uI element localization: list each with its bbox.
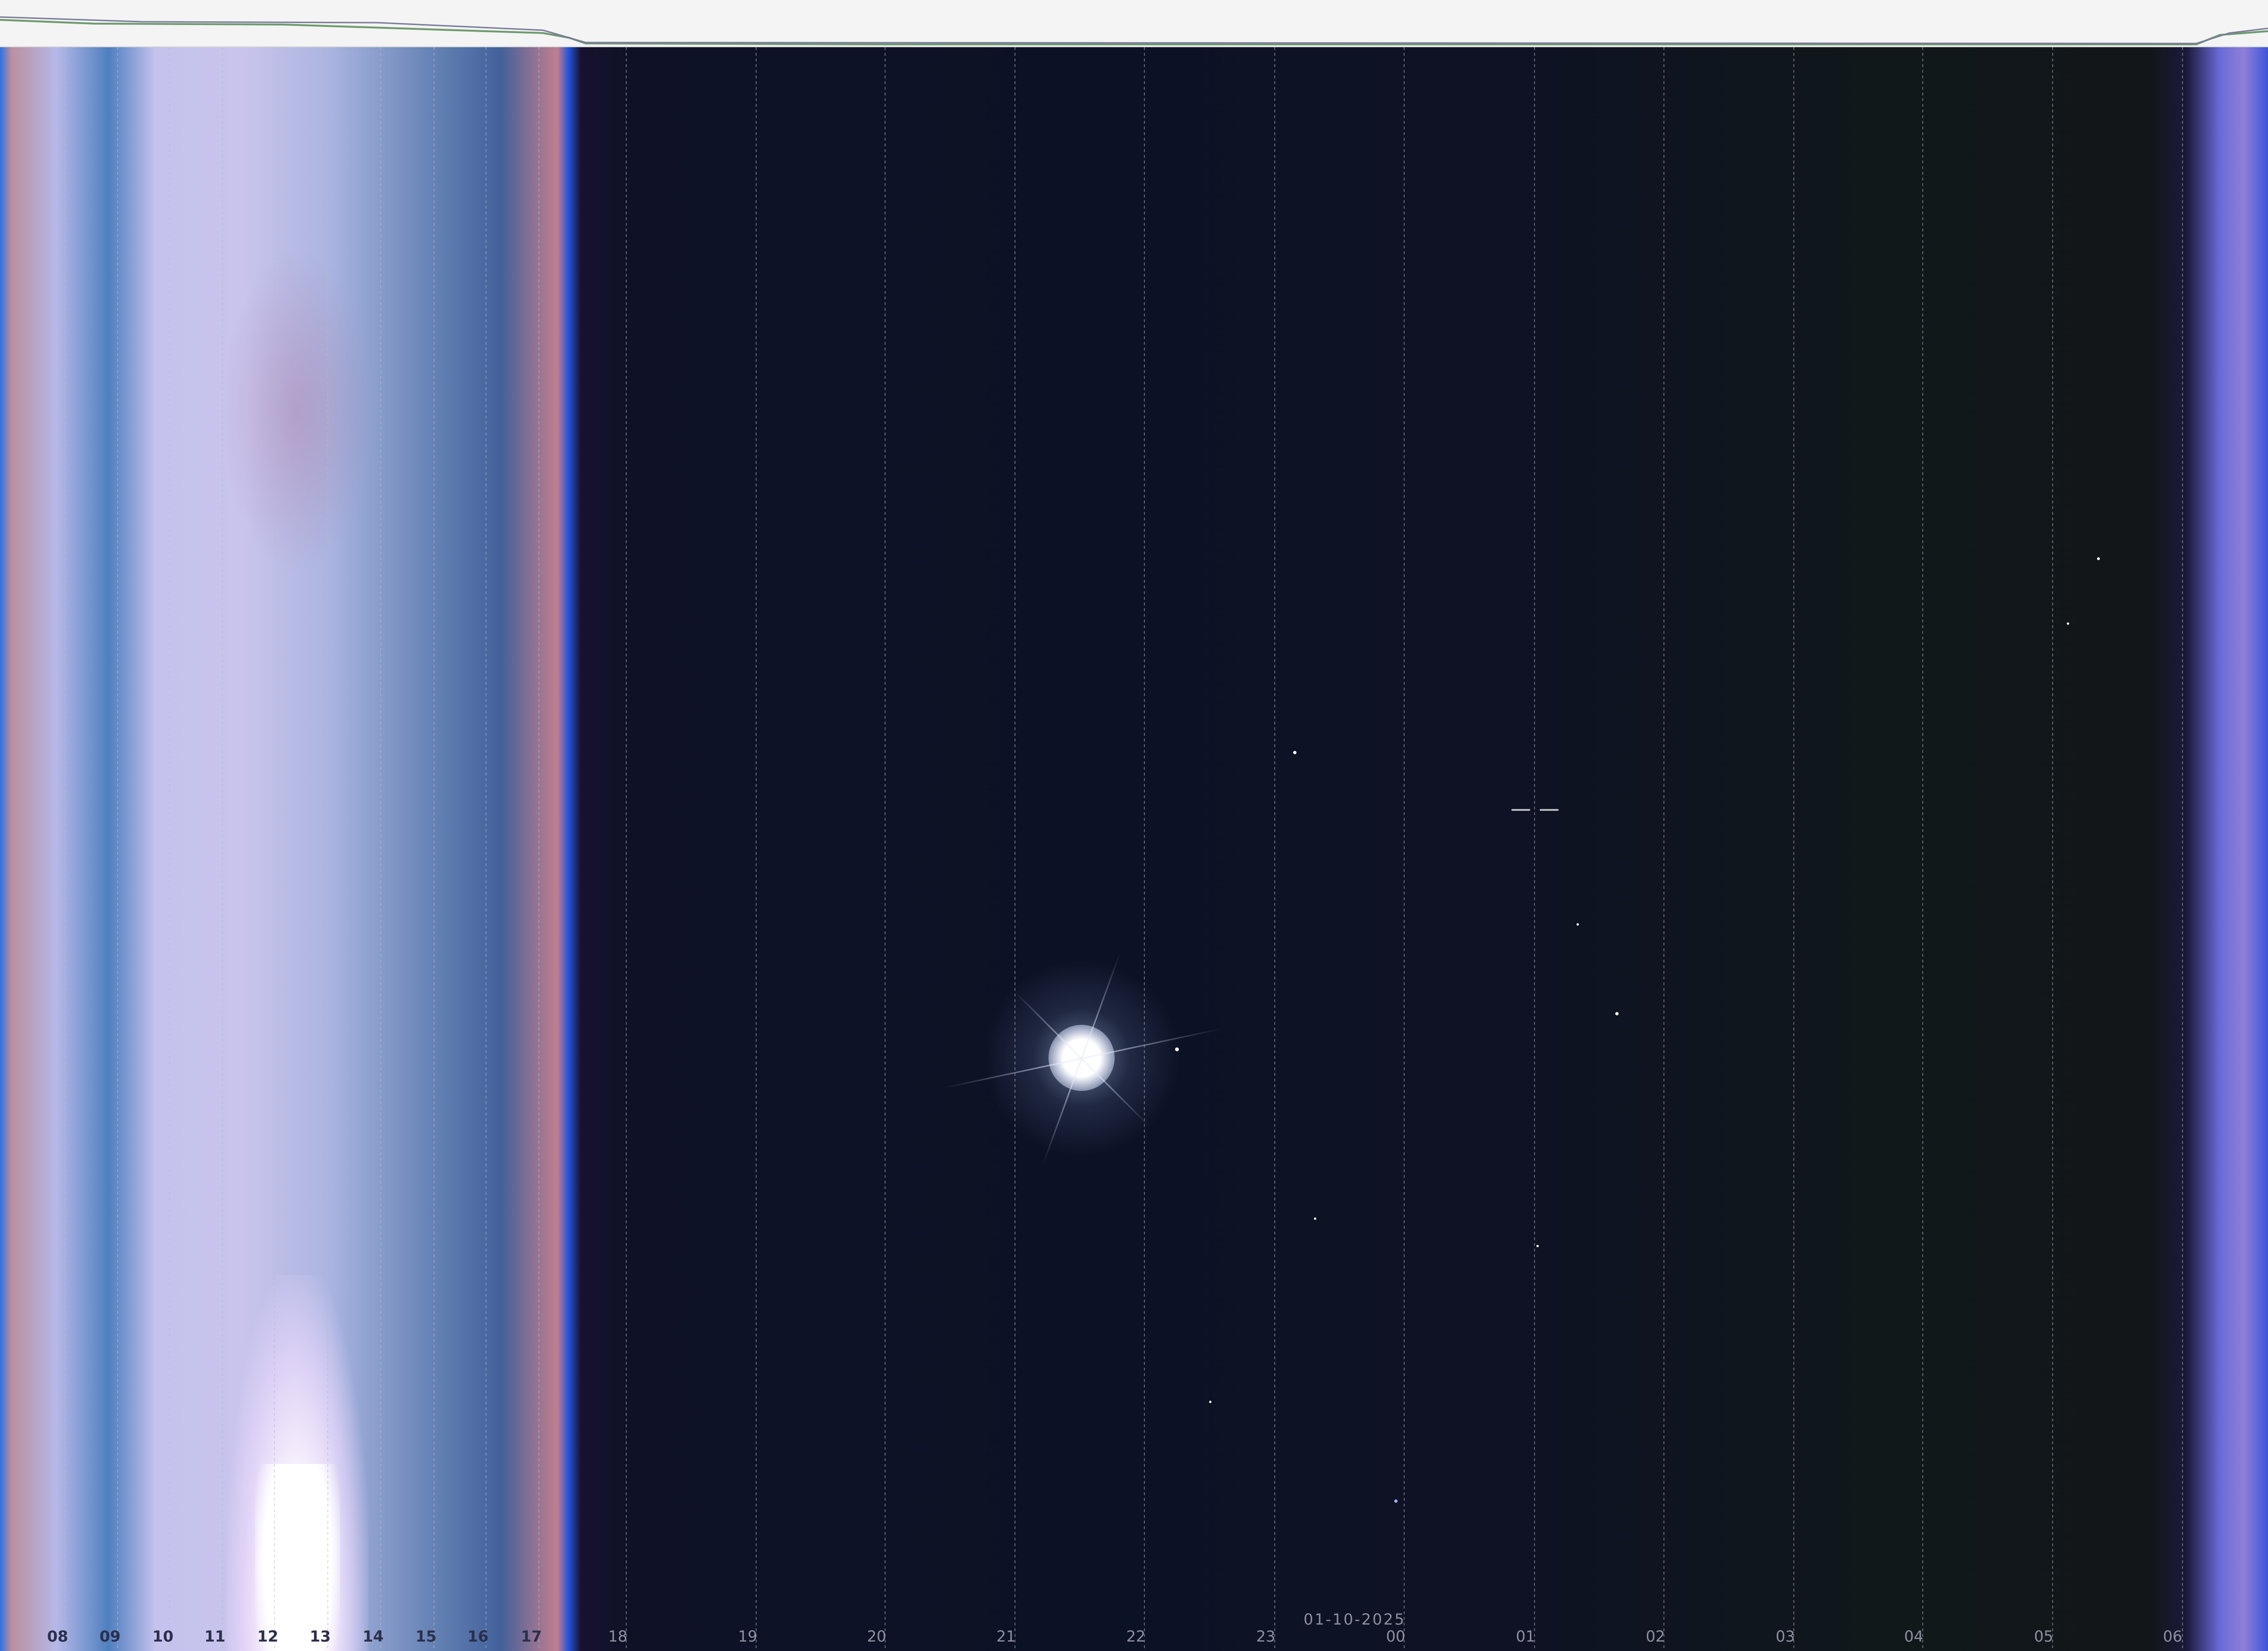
brightness-graph	[0, 16, 2268, 45]
hour-gridline	[2052, 47, 2053, 1651]
hour-label: 10	[152, 1627, 174, 1645]
star	[1540, 809, 1559, 811]
hour-label: 05	[2034, 1627, 2054, 1645]
star	[1293, 751, 1296, 754]
hour-label: 12	[257, 1627, 279, 1645]
hour-label: 03	[1775, 1627, 1795, 1645]
hour-gridline	[2182, 47, 2183, 1651]
hour-gridline	[1404, 47, 1405, 1651]
hour-gridline	[169, 47, 170, 1651]
hour-gridline	[1534, 47, 1535, 1651]
hour-gridline	[327, 47, 328, 1651]
star	[2067, 622, 2069, 625]
hour-label: 21	[996, 1627, 1016, 1645]
sky-color-patch	[222, 246, 373, 576]
star	[1314, 1217, 1316, 1220]
hour-label: 08	[47, 1627, 68, 1645]
hour-gridline	[1922, 47, 1923, 1651]
keogram-image: 08 09 10 11 12 13 14 15 16 17 18 19 20 2…	[0, 0, 2268, 1651]
hour-label: 04	[1904, 1627, 1924, 1645]
hour-gridline	[434, 47, 435, 1651]
hour-label: 06	[2163, 1627, 2183, 1645]
hour-label: 00	[1386, 1627, 1406, 1645]
hour-label: 17	[520, 1627, 542, 1645]
hour-label: 18	[608, 1627, 628, 1645]
hour-gridline	[626, 47, 627, 1651]
hour-gridline	[117, 47, 118, 1651]
hour-gridline	[65, 47, 66, 1651]
star	[1577, 923, 1579, 926]
hour-label: 11	[204, 1627, 226, 1645]
star	[1394, 1499, 1398, 1503]
hour-gridline	[1274, 47, 1275, 1651]
hour-gridline	[756, 47, 757, 1651]
hour-label: 13	[309, 1627, 331, 1645]
hour-gridline	[222, 47, 223, 1651]
star	[1615, 1012, 1619, 1015]
hour-label: 23	[1256, 1627, 1276, 1645]
hour-label: 02	[1646, 1627, 1665, 1645]
hour-label: 15	[415, 1627, 437, 1645]
hour-gridline	[1144, 47, 1145, 1651]
hour-label: 09	[99, 1627, 121, 1645]
star	[1209, 1401, 1211, 1403]
hour-gridline	[380, 47, 381, 1651]
hour-label: 20	[867, 1627, 887, 1645]
hour-gridline	[885, 47, 886, 1651]
hour-label: 22	[1126, 1627, 1146, 1645]
hour-label: 19	[738, 1627, 758, 1645]
star	[1536, 1245, 1539, 1247]
hour-gridline	[1663, 47, 1664, 1651]
star	[2097, 557, 2100, 560]
star	[1175, 1047, 1179, 1051]
sky-keogram	[0, 47, 2268, 1651]
date-label: 01-10-2025	[1304, 1610, 1406, 1628]
brightness-graph-strip	[0, 0, 2268, 48]
hour-label: 16	[467, 1627, 489, 1645]
star	[1511, 809, 1530, 811]
hour-gridline	[538, 47, 539, 1651]
hour-label: 14	[362, 1627, 384, 1645]
hour-gridline	[274, 47, 275, 1651]
hour-label: 01	[1516, 1627, 1535, 1645]
hour-gridline	[1793, 47, 1794, 1651]
